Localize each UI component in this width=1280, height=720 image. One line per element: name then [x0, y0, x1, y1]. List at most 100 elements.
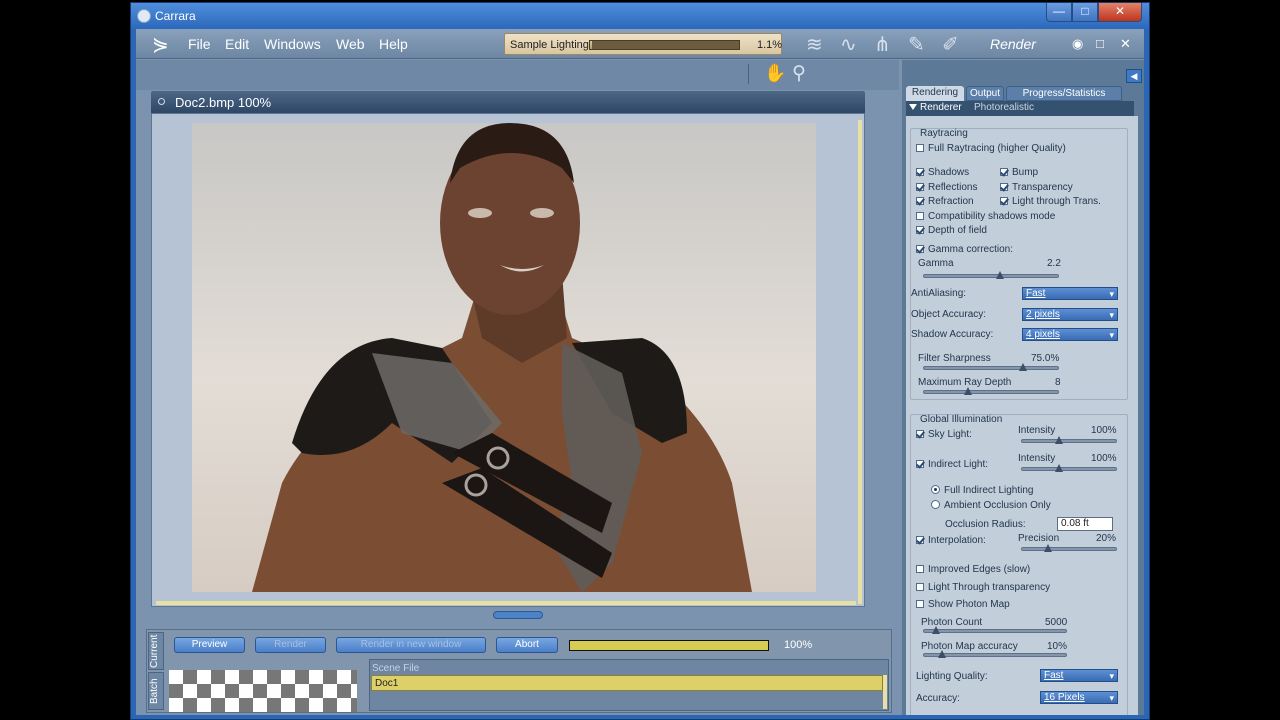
- precision-slider[interactable]: [1021, 544, 1117, 552]
- interpolation-option[interactable]: Interpolation:: [916, 535, 986, 546]
- room-maximize-icon[interactable]: □: [1096, 36, 1104, 51]
- show-photon-map-checkbox[interactable]: [916, 600, 924, 608]
- menu-windows[interactable]: Windows: [264, 36, 321, 52]
- menu-help[interactable]: Help: [379, 36, 408, 52]
- photon-count-knob[interactable]: [932, 626, 940, 634]
- indirect-intensity-knob[interactable]: [1055, 464, 1063, 472]
- precision-value: 20%: [1096, 533, 1117, 544]
- storyboard-room-icon[interactable]: ⋔: [874, 32, 891, 57]
- improved-edges-checkbox[interactable]: [916, 565, 924, 573]
- sky-intensity-knob[interactable]: [1055, 436, 1063, 444]
- gamma-correction-option[interactable]: Gamma correction:: [916, 244, 1013, 255]
- light-through-trans-option[interactable]: Light through Trans.: [1000, 196, 1101, 207]
- document-tab[interactable]: Doc2.bmp 100%: [151, 91, 865, 113]
- depth-of-field-option[interactable]: Depth of field: [916, 225, 987, 236]
- collapse-triangle-icon[interactable]: [909, 104, 917, 110]
- filter-sharpness-knob[interactable]: [1019, 363, 1027, 371]
- render-new-window-button[interactable]: Render in new window: [336, 637, 486, 653]
- photon-count-slider[interactable]: [923, 626, 1067, 634]
- gamma-slider[interactable]: [923, 271, 1059, 279]
- close-button[interactable]: ✕: [1098, 3, 1142, 22]
- shadow-accuracy-dropdown[interactable]: 4 pixels: [1022, 328, 1118, 341]
- full-raytracing-checkbox[interactable]: [916, 144, 924, 152]
- full-indirect-option[interactable]: Full Indirect Lighting: [931, 485, 1034, 496]
- accuracy-dropdown[interactable]: 16 Pixels: [1040, 691, 1118, 704]
- room-close-icon[interactable]: ✕: [1120, 36, 1131, 52]
- zoom-icon[interactable]: ⚲: [792, 62, 806, 85]
- horizontal-scrollbar[interactable]: [156, 601, 856, 605]
- shadows-option[interactable]: Shadows: [916, 167, 969, 178]
- gamma-slider-knob[interactable]: [996, 271, 1004, 279]
- minimize-button[interactable]: —: [1046, 3, 1072, 22]
- vertical-scrollbar[interactable]: [858, 120, 862, 604]
- eye-icon[interactable]: ◉: [1072, 36, 1083, 52]
- render-room-icon[interactable]: ✐: [942, 32, 959, 57]
- transparency-checkbox[interactable]: [1000, 183, 1008, 191]
- antialiasing-label: AntiAliasing:: [911, 288, 967, 299]
- tab-progress-statistics[interactable]: Progress/Statistics: [1006, 86, 1122, 101]
- full-raytracing-option[interactable]: Full Raytracing (higher Quality): [916, 143, 1066, 154]
- precision-knob[interactable]: [1044, 544, 1052, 552]
- gamma-correction-checkbox[interactable]: [916, 245, 924, 253]
- bump-option[interactable]: Bump: [1000, 167, 1038, 178]
- improved-edges-option[interactable]: Improved Edges (slow): [916, 564, 1030, 575]
- panel-collapse-icon[interactable]: ◀: [1126, 69, 1142, 83]
- light-through-trans-checkbox[interactable]: [1000, 197, 1008, 205]
- texture-room-icon[interactable]: ✎: [908, 32, 925, 57]
- show-photon-map-option[interactable]: Show Photon Map: [916, 599, 1010, 610]
- preview-button[interactable]: Preview: [174, 637, 245, 653]
- max-ray-depth-knob[interactable]: [964, 387, 972, 395]
- indirect-intensity-slider[interactable]: [1021, 464, 1117, 472]
- panel-split-handle[interactable]: [493, 611, 543, 619]
- transparency-option[interactable]: Transparency: [1000, 182, 1073, 193]
- reflections-checkbox[interactable]: [916, 183, 924, 191]
- tab-rendering[interactable]: Rendering: [906, 86, 964, 101]
- menu-edit[interactable]: Edit: [225, 36, 249, 52]
- depth-of-field-checkbox[interactable]: [916, 226, 924, 234]
- menu-web[interactable]: Web: [336, 36, 365, 52]
- interpolation-checkbox[interactable]: [916, 536, 924, 544]
- tab-current[interactable]: Current: [148, 632, 164, 670]
- assemble-room-icon[interactable]: ≋: [806, 32, 823, 57]
- object-accuracy-dropdown[interactable]: 2 pixels: [1022, 308, 1118, 321]
- menu-file[interactable]: File: [188, 36, 211, 52]
- document-options-icon[interactable]: [158, 98, 165, 105]
- photon-accuracy-knob[interactable]: [938, 650, 946, 658]
- renderer-selector[interactable]: Renderer Photorealistic: [906, 101, 1134, 116]
- render-button[interactable]: Render: [255, 637, 326, 653]
- tab-output[interactable]: Output: [966, 86, 1004, 101]
- photon-accuracy-slider[interactable]: [923, 650, 1067, 658]
- renderer-value[interactable]: Photorealistic: [974, 102, 1034, 113]
- indirect-light-option[interactable]: Indirect Light:: [916, 459, 988, 470]
- compat-shadows-option[interactable]: Compatibility shadows mode: [916, 211, 1055, 222]
- reflections-option[interactable]: Reflections: [916, 182, 977, 193]
- scene-list-scrollbar[interactable]: [883, 675, 887, 709]
- ambient-occlusion-radio[interactable]: [931, 500, 940, 509]
- full-indirect-radio[interactable]: [931, 485, 940, 494]
- filter-sharpness-slider[interactable]: [923, 363, 1059, 371]
- occlusion-radius-input[interactable]: 0.08 ft: [1057, 517, 1113, 531]
- antialiasing-dropdown[interactable]: Fast: [1022, 287, 1118, 300]
- light-through-transparency-option[interactable]: Light Through transparency: [916, 582, 1050, 593]
- sky-intensity-slider[interactable]: [1021, 436, 1117, 444]
- lighting-quality-dropdown[interactable]: Fast: [1040, 669, 1118, 682]
- compat-shadows-checkbox[interactable]: [916, 212, 924, 220]
- model-room-icon[interactable]: ∿: [840, 32, 857, 57]
- max-ray-depth-slider[interactable]: [923, 387, 1059, 395]
- ambient-occlusion-option[interactable]: Ambient Occlusion Only: [931, 500, 1051, 511]
- bump-checkbox[interactable]: [1000, 168, 1008, 176]
- refraction-checkbox[interactable]: [916, 197, 924, 205]
- tab-batch[interactable]: Batch: [148, 672, 164, 710]
- indirect-light-checkbox[interactable]: [916, 460, 924, 468]
- scene-file-row[interactable]: Doc1: [371, 675, 883, 691]
- sky-light-option[interactable]: Sky Light:: [916, 429, 972, 440]
- hand-icon[interactable]: ✋: [764, 63, 786, 84]
- title-bar[interactable]: Carrara — □ ✕: [131, 3, 1149, 29]
- carrara-logo-icon[interactable]: ⋟: [152, 32, 169, 57]
- light-through-transparency-checkbox[interactable]: [916, 583, 924, 591]
- sky-light-checkbox[interactable]: [916, 430, 924, 438]
- abort-button[interactable]: Abort: [496, 637, 558, 653]
- refraction-option[interactable]: Refraction: [916, 196, 974, 207]
- maximize-button[interactable]: □: [1072, 3, 1098, 22]
- shadows-checkbox[interactable]: [916, 168, 924, 176]
